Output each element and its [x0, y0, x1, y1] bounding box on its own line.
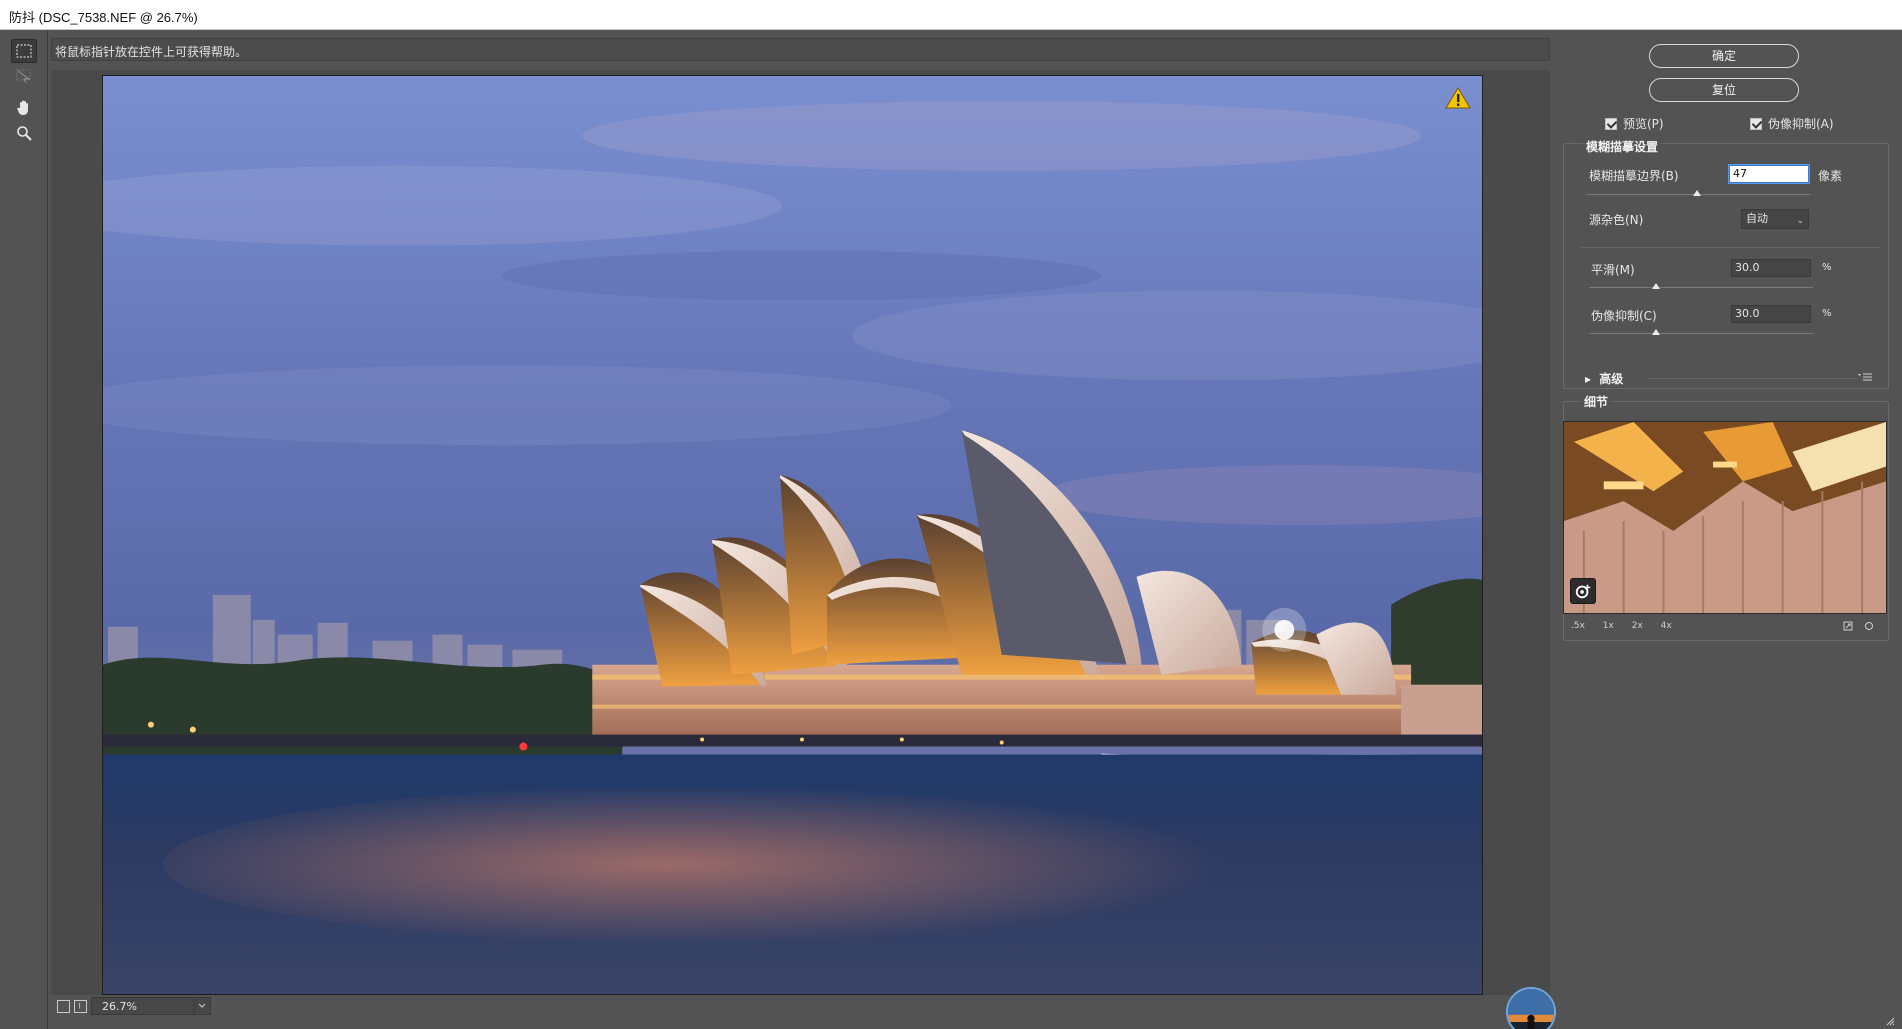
source-noise-value: 自动: [1746, 212, 1768, 225]
smoothing-slider-thumb[interactable]: [1652, 283, 1661, 289]
smoothing-field[interactable]: 30.0: [1731, 259, 1811, 277]
detail-zoom-4x[interactable]: 4x: [1661, 621, 1672, 631]
advanced-label: 高级: [1599, 372, 1624, 386]
magnifier-icon: [17, 126, 32, 141]
tool-bar: [0, 31, 48, 1029]
source-noise-label: 源杂色(N): [1589, 213, 1644, 227]
detail-zoom-2x[interactable]: 2x: [1632, 621, 1643, 631]
smoothing-label: 平滑(M): [1591, 263, 1635, 277]
panel-menu-icon[interactable]: [1858, 372, 1872, 382]
artifact-suppression-checkbox-label: 伪像抑制(A): [1768, 117, 1834, 131]
chevron-down-icon: ⌄: [1796, 216, 1804, 226]
zoom-tool-button[interactable]: [11, 121, 37, 145]
status-bar: 26.7%: [51, 995, 1550, 1019]
advanced-toggle[interactable]: ▸ 高级: [1585, 370, 1623, 387]
marquee-tool-button[interactable]: [11, 39, 37, 63]
zoom-level-field[interactable]: 26.7%: [91, 997, 211, 1015]
blur-trace-title: 模糊描摹设置: [1583, 138, 1662, 155]
export-detail-icon[interactable]: [1843, 621, 1853, 631]
blur-bounds-unit: 像素: [1818, 169, 1843, 183]
blur-bounds-slider-thumb[interactable]: [1692, 190, 1701, 196]
settings-panel: 确定 复位 预览(P) 伪像抑制(A) 模糊描摹设置 模糊描摹边界(B) 47 …: [1557, 31, 1902, 1029]
blur-trace-tool-button[interactable]: [11, 64, 37, 88]
reset-button[interactable]: 复位: [1649, 78, 1799, 102]
artifact-suppression-checkbox[interactable]: 伪像抑制(A): [1750, 115, 1834, 132]
detail-title: 细节: [1581, 393, 1612, 410]
artifact-suppression-field[interactable]: 30.0: [1731, 305, 1811, 323]
zoom-out-button[interactable]: [57, 1000, 70, 1013]
user-photo: [1508, 989, 1554, 1029]
artifact-suppression-unit: %: [1822, 308, 1832, 319]
circle-icon[interactable]: [1864, 621, 1874, 631]
hand-icon: [17, 100, 28, 115]
ok-button[interactable]: 确定: [1649, 44, 1799, 68]
zoom-in-button[interactable]: [74, 1000, 87, 1013]
detail-crop-photo: [1564, 422, 1886, 613]
detail-zoom-half[interactable]: .5x: [1571, 621, 1585, 631]
opera-house-photo: [103, 76, 1482, 994]
source-noise-select[interactable]: 自动 ⌄: [1741, 209, 1809, 229]
chevron-down-icon[interactable]: [194, 999, 208, 1013]
advanced-divider: [1647, 378, 1857, 379]
zoom-level-value: 26.7%: [102, 1000, 137, 1013]
group-divider: [1581, 247, 1881, 248]
checkbox-checked-icon: [1605, 117, 1617, 130]
loupe-icon: [1575, 584, 1591, 599]
triangle-right-icon: ▸: [1585, 372, 1592, 386]
warning-icon[interactable]: [1445, 86, 1471, 110]
window-title: 防抖 (DSC_7538.NEF @ 26.7%): [9, 10, 198, 25]
resize-grip-icon[interactable]: [1885, 1016, 1895, 1026]
help-text: 将鼠标指针放在控件上可获得帮助。: [55, 45, 248, 59]
blur-bounds-label: 模糊描摹边界(B): [1589, 169, 1679, 183]
checkbox-checked-icon: [1750, 117, 1762, 130]
detail-zoom-1x[interactable]: 1x: [1603, 621, 1614, 631]
preview-checkbox-label: 预览(P): [1623, 117, 1664, 131]
marquee-icon: [16, 44, 32, 58]
smoothing-slider[interactable]: [1589, 287, 1813, 288]
plus-icon: [79, 1002, 81, 1009]
blur-direction-icon: [16, 69, 31, 84]
avatar[interactable]: [1506, 987, 1556, 1029]
preview-checkbox[interactable]: 预览(P): [1605, 115, 1664, 132]
blur-bounds-field[interactable]: 47: [1729, 165, 1809, 183]
artifact-suppression-label: 伪像抑制(C): [1591, 309, 1657, 323]
undock-loupe-button[interactable]: [1570, 578, 1596, 604]
artifact-suppression-slider[interactable]: [1589, 333, 1813, 334]
window-titlebar: 防抖 (DSC_7538.NEF @ 26.7%): [0, 0, 1902, 30]
detail-loupe-image[interactable]: [1563, 421, 1887, 614]
smoothing-unit: %: [1822, 262, 1832, 273]
hand-tool-button[interactable]: [11, 95, 37, 119]
help-bar: 将鼠标指针放在控件上可获得帮助。: [51, 38, 1550, 61]
artifact-suppression-slider-thumb[interactable]: [1652, 329, 1661, 335]
preview-image[interactable]: [102, 75, 1483, 995]
detail-zoom-levels: .5x 1x 2x 4x: [1571, 621, 1687, 631]
